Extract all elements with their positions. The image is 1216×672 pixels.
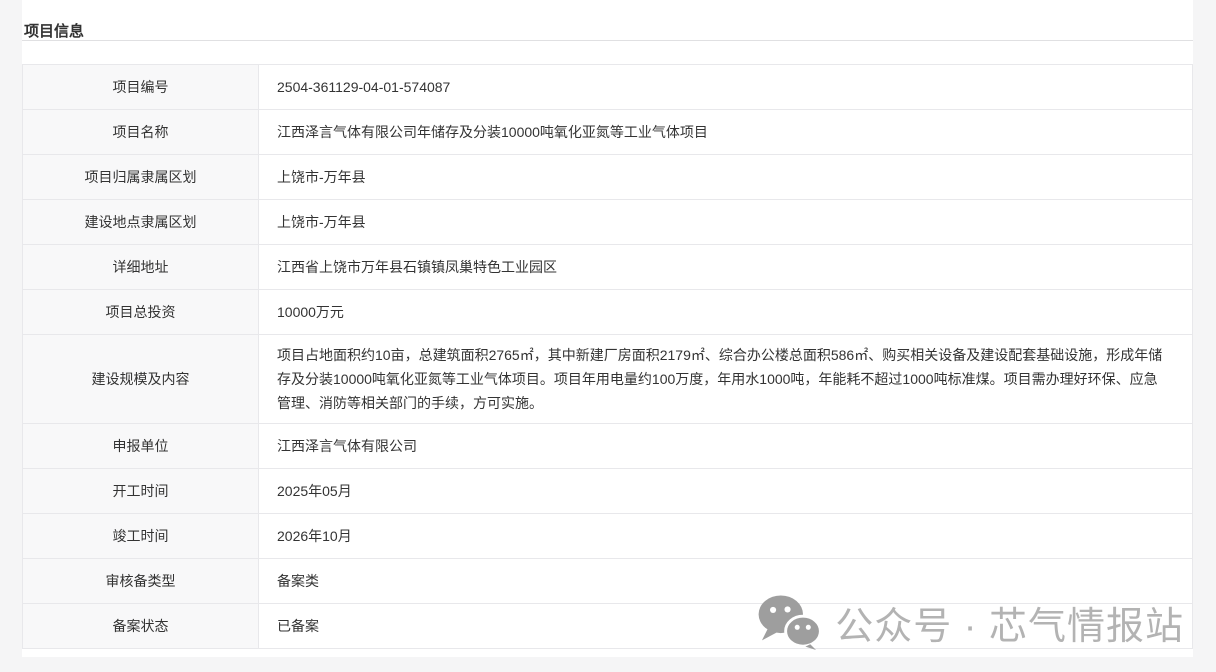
table-row: 项目编号2504-361129-04-01-574087 — [23, 65, 1192, 110]
title-divider — [22, 40, 1193, 41]
row-value: 项目占地面积约10亩，总建筑面积2765㎡，其中新建厂房面积2179㎡、综合办公… — [259, 335, 1192, 423]
row-value: 2026年10月 — [259, 514, 1192, 558]
table-row: 建设规模及内容项目占地面积约10亩，总建筑面积2765㎡，其中新建厂房面积217… — [23, 335, 1192, 424]
row-value: 2025年05月 — [259, 469, 1192, 513]
row-value: 2504-361129-04-01-574087 — [259, 65, 1192, 109]
table-row: 项目名称江西泽言气体有限公司年储存及分装10000吨氧化亚氮等工业气体项目 — [23, 110, 1192, 155]
row-value: 江西省上饶市万年县石镇镇凤巢特色工业园区 — [259, 245, 1192, 289]
table-row: 项目归属隶属区划上饶市-万年县 — [23, 155, 1192, 200]
row-value: 已备案 — [259, 604, 1192, 648]
row-value: 备案类 — [259, 559, 1192, 603]
row-label: 竣工时间 — [23, 514, 259, 558]
row-value: 10000万元 — [259, 290, 1192, 334]
row-label: 审核备类型 — [23, 559, 259, 603]
row-label: 项目总投资 — [23, 290, 259, 334]
table-row: 详细地址江西省上饶市万年县石镇镇凤巢特色工业园区 — [23, 245, 1192, 290]
table-row: 建设地点隶属区划上饶市-万年县 — [23, 200, 1192, 245]
row-value: 江西泽言气体有限公司 — [259, 424, 1192, 468]
row-label: 建设规模及内容 — [23, 335, 259, 423]
row-label: 开工时间 — [23, 469, 259, 513]
row-value: 江西泽言气体有限公司年储存及分装10000吨氧化亚氮等工业气体项目 — [259, 110, 1192, 154]
project-info-card: 项目信息 项目编号2504-361129-04-01-574087项目名称江西泽… — [22, 0, 1193, 657]
row-label: 详细地址 — [23, 245, 259, 289]
row-label: 备案状态 — [23, 604, 259, 648]
table-row: 申报单位江西泽言气体有限公司 — [23, 424, 1192, 469]
row-label: 项目归属隶属区划 — [23, 155, 259, 199]
table-row: 竣工时间2026年10月 — [23, 514, 1192, 559]
row-label: 建设地点隶属区划 — [23, 200, 259, 244]
table-row: 备案状态已备案 — [23, 604, 1192, 649]
table-row: 开工时间2025年05月 — [23, 469, 1192, 514]
row-label: 申报单位 — [23, 424, 259, 468]
table-row: 项目总投资10000万元 — [23, 290, 1192, 335]
page-title: 项目信息 — [22, 0, 1193, 40]
table-row: 审核备类型备案类 — [23, 559, 1192, 604]
row-value: 上饶市-万年县 — [259, 200, 1192, 244]
row-label: 项目编号 — [23, 65, 259, 109]
row-label: 项目名称 — [23, 110, 259, 154]
row-value: 上饶市-万年县 — [259, 155, 1192, 199]
project-info-table: 项目编号2504-361129-04-01-574087项目名称江西泽言气体有限… — [22, 64, 1193, 649]
